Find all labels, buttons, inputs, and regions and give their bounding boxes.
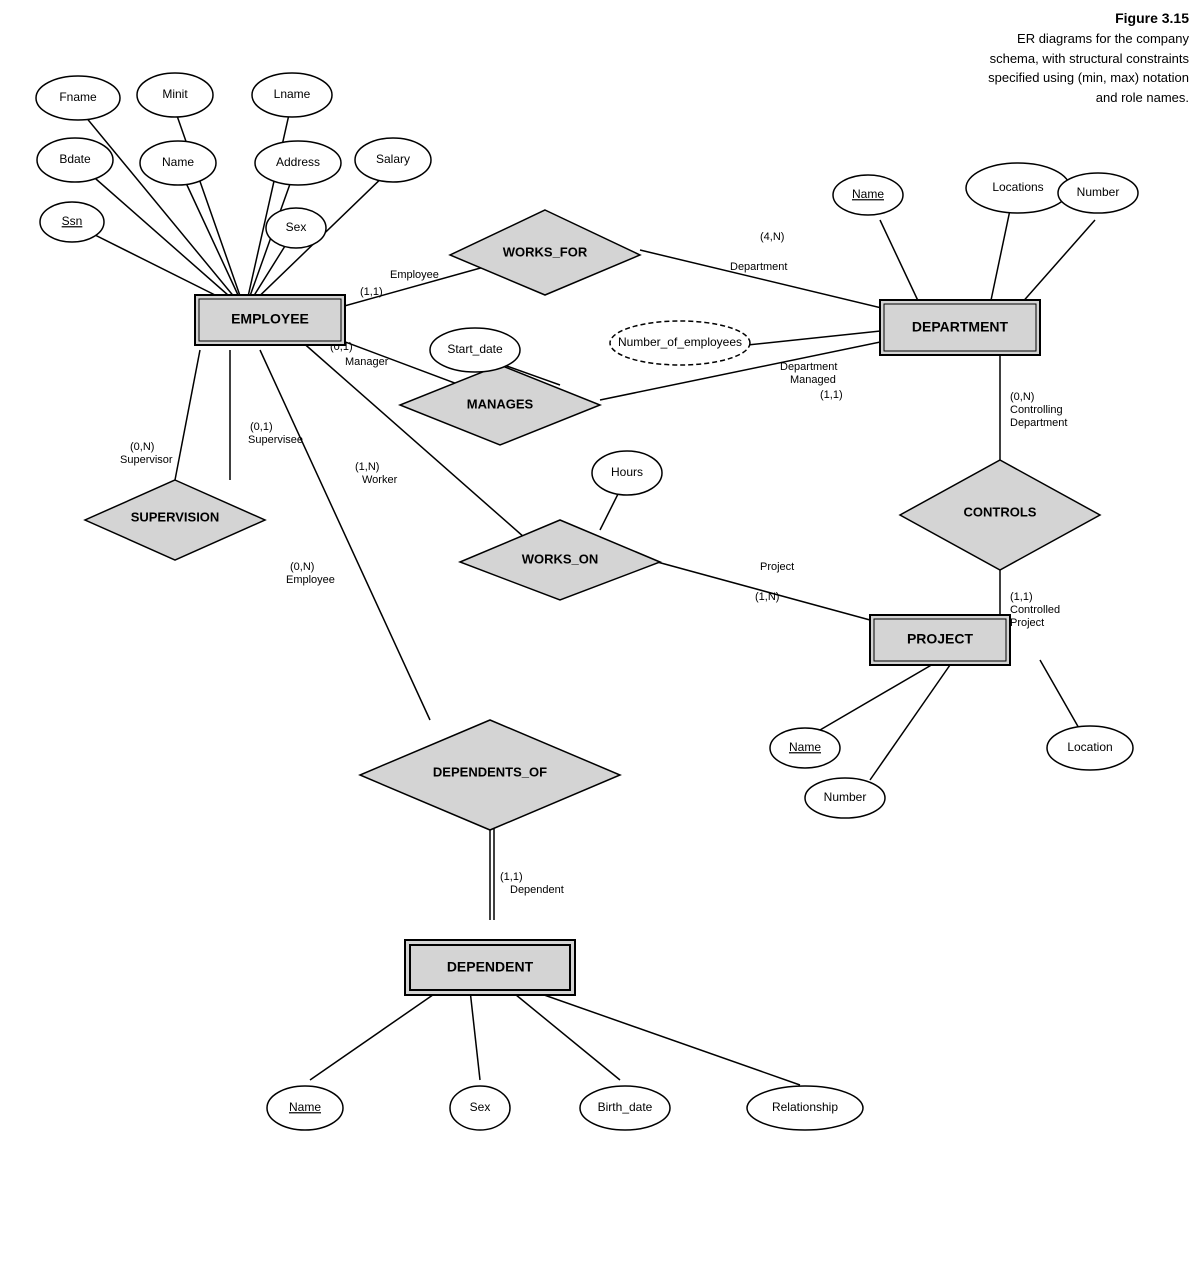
works-for-label: WORKS_FOR <box>503 244 588 259</box>
svg-text:Dependent: Dependent <box>510 884 564 896</box>
dep-name-label: Name <box>289 1100 321 1114</box>
address-label: Address <box>276 155 320 169</box>
locations-label: Locations <box>992 180 1043 194</box>
sex-emp-label: Sex <box>286 220 307 234</box>
svg-text:Department: Department <box>1010 417 1067 429</box>
svg-text:(4,N): (4,N) <box>760 231 784 243</box>
relationship-label: Relationship <box>772 1100 838 1114</box>
salary-label: Salary <box>376 152 410 166</box>
svg-text:Project: Project <box>1010 617 1044 629</box>
dept-name-label: Name <box>852 187 884 201</box>
svg-text:(1,1): (1,1) <box>1010 591 1033 603</box>
start-date-label: Start_date <box>447 342 503 356</box>
proj-name-label: Name <box>789 740 821 754</box>
er-diagram: Figure 3.15 ER diagrams for the company … <box>0 0 1199 1271</box>
birth-date-label: Birth_date <box>598 1100 653 1114</box>
minit-label: Minit <box>162 87 188 101</box>
svg-text:(1,N): (1,N) <box>355 461 379 473</box>
svg-text:Managed: Managed <box>790 374 836 386</box>
svg-text:Controlled: Controlled <box>1010 604 1060 616</box>
hours-label: Hours <box>611 465 643 479</box>
project-label: PROJECT <box>907 631 974 647</box>
svg-text:Project: Project <box>760 561 794 573</box>
dependents-of-label: DEPENDENTS_OF <box>433 764 547 779</box>
svg-text:Employee: Employee <box>286 574 335 586</box>
svg-text:Manager: Manager <box>345 356 389 368</box>
svg-text:Controlling: Controlling <box>1010 404 1063 416</box>
svg-text:Department: Department <box>730 261 787 273</box>
svg-text:(1,N): (1,N) <box>755 591 779 603</box>
dependent-label: DEPENDENT <box>447 959 534 975</box>
svg-text:Department: Department <box>780 361 837 373</box>
svg-text:(0,N): (0,N) <box>130 441 154 453</box>
ssn-label: Ssn <box>62 214 83 228</box>
dept-number-label: Number <box>1077 185 1120 199</box>
er-svg: .entity-rect { fill: #d4d4d4; stroke: #0… <box>0 0 1199 1271</box>
svg-text:(0,N): (0,N) <box>1010 391 1034 403</box>
location-label: Location <box>1067 740 1112 754</box>
svg-text:(0,1): (0,1) <box>250 421 273 433</box>
svg-text:(1,1): (1,1) <box>360 286 383 298</box>
manages-label: MANAGES <box>467 396 534 411</box>
fname-label: Fname <box>59 90 97 104</box>
employee-label: EMPLOYEE <box>231 311 309 327</box>
svg-text:(1,1): (1,1) <box>820 389 843 401</box>
emp-name-label: Name <box>162 155 194 169</box>
controls-label: CONTROLS <box>964 504 1037 519</box>
department-label: DEPARTMENT <box>912 319 1009 335</box>
svg-text:(1,1): (1,1) <box>500 871 523 883</box>
supervision-label: SUPERVISION <box>131 509 220 524</box>
works-on-label: WORKS_ON <box>522 551 599 566</box>
proj-number-label: Number <box>824 790 867 804</box>
num-employees-label: Number_of_employees <box>618 335 742 349</box>
svg-text:Supervisee: Supervisee <box>248 434 303 446</box>
svg-text:(0,N): (0,N) <box>290 561 314 573</box>
dep-sex-label: Sex <box>470 1100 491 1114</box>
svg-text:Worker: Worker <box>362 474 398 486</box>
bdate-label: Bdate <box>59 152 91 166</box>
svg-text:Supervisor: Supervisor <box>120 454 173 466</box>
lname-label: Lname <box>274 87 311 101</box>
svg-text:Employee: Employee <box>390 269 439 281</box>
